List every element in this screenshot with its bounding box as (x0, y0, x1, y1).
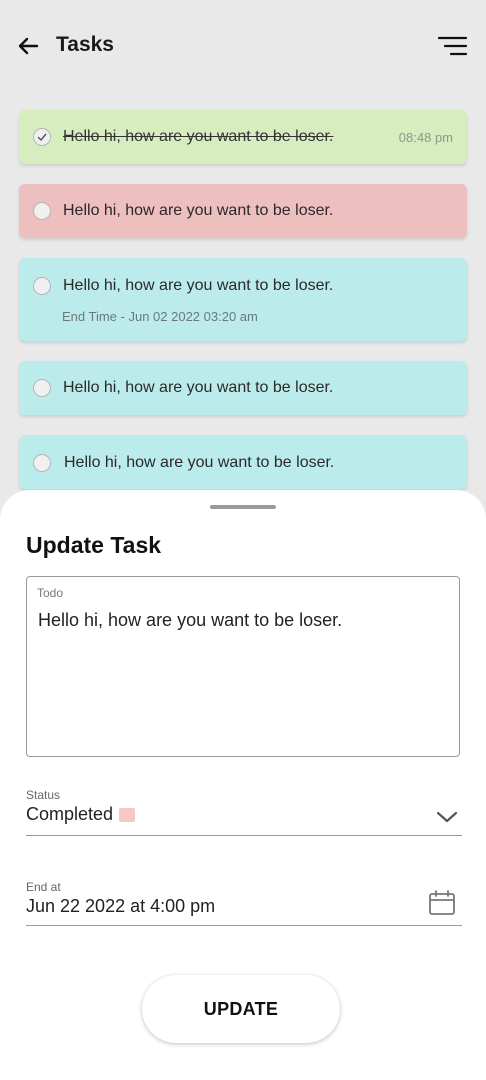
end-date-picker[interactable]: End at Jun 22 2022 at 4:00 pm (26, 880, 462, 926)
update-task-sheet: Update Task Todo Hello hi, how are you w… (0, 490, 486, 1080)
status-select[interactable]: Status Completed (26, 788, 462, 836)
task-text: Hello hi, how are you want to be loser. (63, 128, 334, 145)
task-text: Hello hi, how are you want to be loser. (63, 202, 334, 219)
todo-textarea[interactable]: Todo Hello hi, how are you want to be lo… (26, 576, 460, 757)
task-item[interactable]: Hello hi, how are you want to be loser. (19, 435, 467, 489)
task-text: Hello hi, how are you want to be loser. (63, 379, 334, 396)
task-time: 08:48 pm (398, 130, 453, 145)
end-label: End at (26, 880, 61, 894)
task-end-time: End Time - Jun 02 2022 03:20 am (62, 309, 258, 324)
task-checkbox[interactable] (33, 454, 51, 472)
sheet-title: Update Task (26, 532, 162, 558)
todo-value: Hello hi, how are you want to be loser. (38, 610, 343, 630)
task-text: Hello hi, how are you want to be loser. (64, 454, 335, 471)
task-checkbox-checked[interactable] (33, 128, 51, 146)
arrow-left-icon (18, 37, 39, 55)
back-button[interactable] (14, 32, 42, 60)
filter-menu-button[interactable] (436, 34, 468, 58)
task-item[interactable]: Hello hi, how are you want to be loser. (19, 361, 467, 415)
task-checkbox[interactable] (33, 202, 51, 220)
status-value: Completed (26, 804, 114, 824)
task-item[interactable]: Hello hi, how are you want to be loser. (19, 184, 467, 238)
todo-label: Todo (37, 586, 64, 600)
task-item[interactable]: Hello hi, how are you want to be loser. … (19, 258, 467, 341)
task-checkbox[interactable] (33, 379, 51, 397)
filter-menu-icon (437, 36, 468, 56)
update-button[interactable]: UPDATE (142, 975, 340, 1043)
task-text: Hello hi, how are you want to be loser. (63, 277, 334, 294)
task-item[interactable]: Hello hi, how are you want to be loser. … (19, 110, 467, 164)
calendar-icon (429, 890, 455, 915)
task-checkbox[interactable] (33, 277, 51, 295)
check-icon (37, 133, 47, 141)
page-title: Tasks (56, 33, 114, 56)
status-label: Status (26, 788, 61, 802)
end-value: Jun 22 2022 at 4:00 pm (26, 896, 216, 916)
sheet-drag-handle[interactable] (210, 505, 276, 509)
app-header: Tasks (0, 0, 486, 92)
chevron-down-icon (436, 811, 458, 823)
status-value-wrap: Completed (26, 804, 136, 825)
status-color-swatch (119, 807, 136, 822)
